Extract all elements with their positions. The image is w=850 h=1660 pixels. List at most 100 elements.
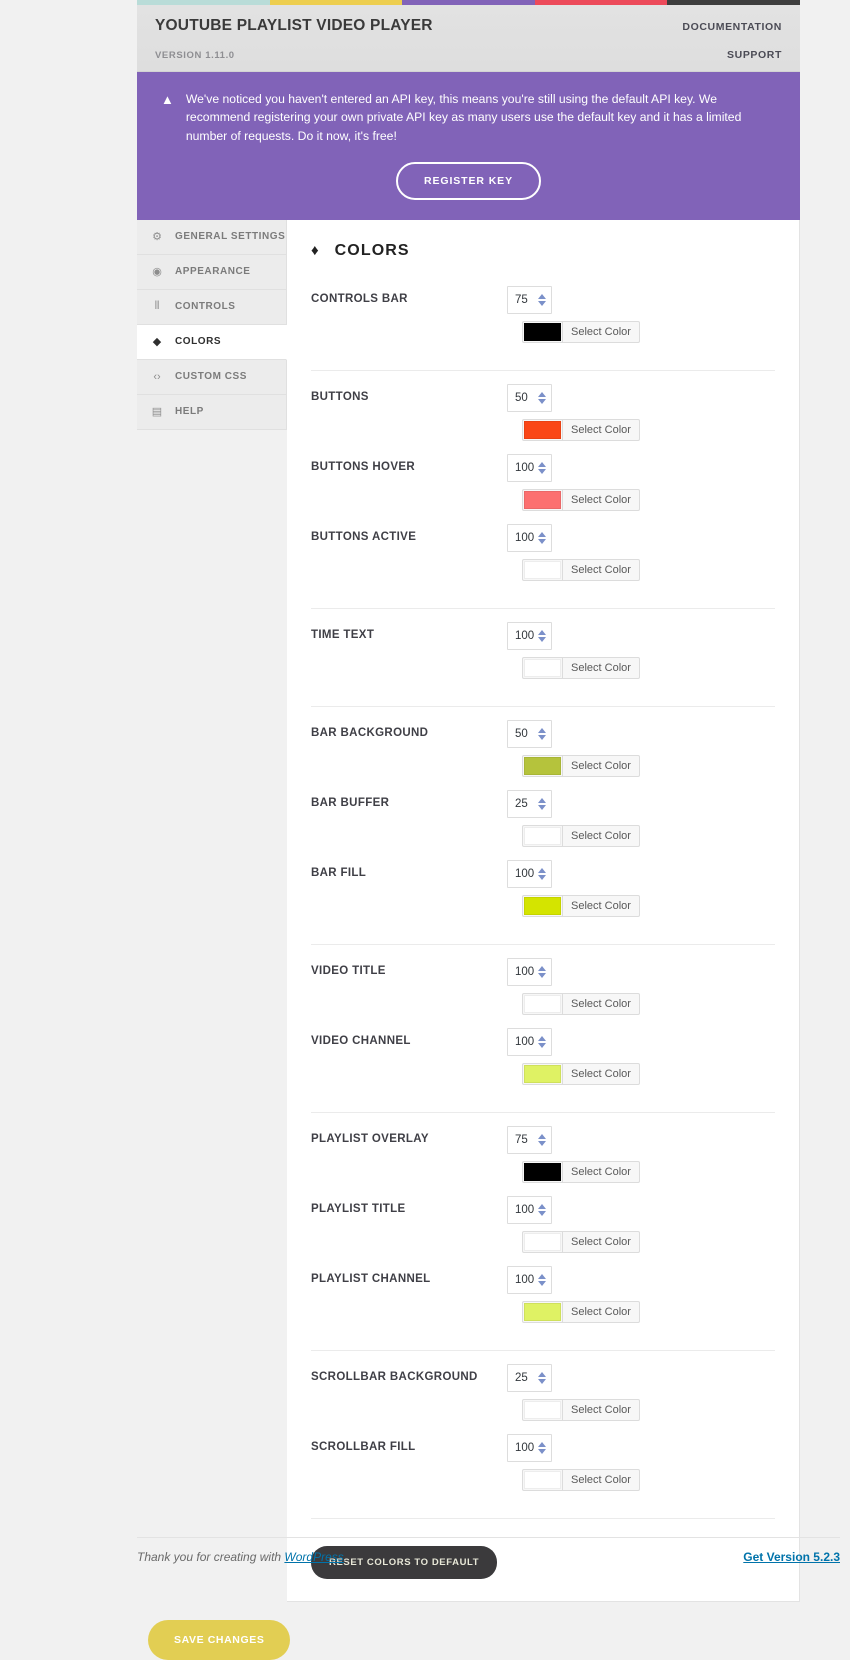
- select-color-button[interactable]: Select Color: [522, 488, 640, 511]
- stepper-arrows[interactable]: [538, 1371, 546, 1384]
- select-color-button[interactable]: Select Color: [522, 824, 640, 847]
- stepper-up-icon[interactable]: [538, 965, 547, 971]
- stepper-up-icon[interactable]: [538, 1273, 547, 1279]
- color-swatch[interactable]: [524, 560, 561, 579]
- stepper-arrows[interactable]: [538, 1133, 546, 1146]
- stepper-up-icon[interactable]: [538, 531, 547, 537]
- sidebar-item-help[interactable]: ▤ HELP: [137, 394, 287, 430]
- opacity-stepper[interactable]: 100: [507, 1265, 553, 1294]
- select-color-button[interactable]: Select Color: [522, 1300, 640, 1323]
- color-swatch[interactable]: [524, 490, 561, 509]
- opacity-stepper[interactable]: 25: [507, 1363, 552, 1392]
- stepper-up-icon[interactable]: [538, 1133, 546, 1139]
- color-swatch[interactable]: [524, 322, 561, 341]
- opacity-stepper[interactable]: 100: [507, 859, 553, 888]
- stepper-arrows[interactable]: [538, 531, 547, 544]
- select-color-button[interactable]: Select Color: [522, 1468, 640, 1491]
- color-swatch[interactable]: [524, 1302, 561, 1321]
- sidebar-item-colors[interactable]: ◆ COLORS: [137, 324, 287, 360]
- stepper-down-icon[interactable]: [538, 1378, 546, 1384]
- stepper-down-icon[interactable]: [538, 636, 547, 642]
- color-swatch[interactable]: [524, 1064, 561, 1083]
- stepper-down-icon[interactable]: [538, 972, 547, 978]
- stepper-up-icon[interactable]: [538, 1203, 547, 1209]
- color-swatch[interactable]: [524, 826, 561, 845]
- documentation-link[interactable]: DOCUMENTATION: [682, 21, 782, 33]
- select-color-button[interactable]: Select Color: [522, 992, 640, 1015]
- stepper-arrows[interactable]: [538, 727, 546, 740]
- stepper-up-icon[interactable]: [538, 1035, 547, 1041]
- sidebar-item-appearance[interactable]: ◉ APPEARANCE: [137, 254, 287, 290]
- color-swatch[interactable]: [524, 1162, 561, 1181]
- sidebar-item-general-settings[interactable]: ⚙ GENERAL SETTINGS: [137, 219, 287, 255]
- stepper-up-icon[interactable]: [538, 629, 547, 635]
- stepper-up-icon[interactable]: [538, 797, 546, 803]
- stepper-arrows[interactable]: [538, 1203, 547, 1216]
- select-color-button[interactable]: Select Color: [522, 1398, 640, 1421]
- stepper-arrows[interactable]: [538, 797, 546, 810]
- opacity-stepper[interactable]: 100: [507, 1195, 553, 1224]
- stepper-up-icon[interactable]: [538, 391, 546, 397]
- stepper-down-icon[interactable]: [538, 300, 546, 306]
- stepper-up-icon[interactable]: [538, 1371, 546, 1377]
- select-color-button[interactable]: Select Color: [522, 894, 640, 917]
- stepper-arrows[interactable]: [538, 391, 546, 404]
- support-link[interactable]: SUPPORT: [727, 49, 782, 61]
- sidebar-item-controls[interactable]: ⦀ CONTROLS: [137, 289, 287, 325]
- color-swatch[interactable]: [524, 1232, 561, 1251]
- opacity-stepper[interactable]: 100: [507, 957, 553, 986]
- stepper-up-icon[interactable]: [538, 867, 547, 873]
- opacity-stepper[interactable]: 100: [507, 523, 553, 552]
- stepper-arrows[interactable]: [538, 461, 547, 474]
- select-color-button[interactable]: Select Color: [522, 320, 640, 343]
- stepper-up-icon[interactable]: [538, 461, 547, 467]
- stepper-arrows[interactable]: [538, 1035, 547, 1048]
- stepper-arrows[interactable]: [538, 1441, 547, 1454]
- select-color-button[interactable]: Select Color: [522, 754, 640, 777]
- opacity-stepper[interactable]: 100: [507, 1027, 553, 1056]
- stepper-down-icon[interactable]: [538, 398, 546, 404]
- color-swatch[interactable]: [524, 1470, 561, 1489]
- stepper-arrows[interactable]: [538, 965, 547, 978]
- color-swatch[interactable]: [524, 658, 561, 677]
- color-swatch[interactable]: [524, 756, 561, 775]
- opacity-stepper[interactable]: 50: [507, 719, 552, 748]
- opacity-stepper[interactable]: 75: [507, 1125, 552, 1154]
- opacity-stepper[interactable]: 100: [507, 1433, 553, 1462]
- color-swatch[interactable]: [524, 896, 561, 915]
- stepper-down-icon[interactable]: [538, 538, 547, 544]
- color-swatch[interactable]: [524, 1400, 561, 1419]
- select-color-button[interactable]: Select Color: [522, 656, 640, 679]
- stepper-down-icon[interactable]: [538, 1280, 547, 1286]
- stepper-up-icon[interactable]: [538, 727, 546, 733]
- save-changes-button[interactable]: SAVE CHANGES: [148, 1619, 291, 1660]
- sidebar-item-custom-css[interactable]: ‹› CUSTOM CSS: [137, 359, 287, 395]
- stepper-up-icon[interactable]: [538, 1441, 547, 1447]
- select-color-button[interactable]: Select Color: [522, 1160, 640, 1183]
- select-color-button[interactable]: Select Color: [522, 558, 640, 581]
- stepper-arrows[interactable]: [538, 867, 547, 880]
- stepper-arrows[interactable]: [538, 293, 546, 306]
- opacity-stepper[interactable]: 75: [507, 285, 552, 314]
- stepper-arrows[interactable]: [538, 1273, 547, 1286]
- stepper-down-icon[interactable]: [538, 874, 547, 880]
- stepper-down-icon[interactable]: [538, 468, 547, 474]
- select-color-button[interactable]: Select Color: [522, 1062, 640, 1085]
- stepper-down-icon[interactable]: [538, 1140, 546, 1146]
- opacity-stepper[interactable]: 50: [507, 383, 552, 412]
- color-swatch[interactable]: [524, 994, 561, 1013]
- stepper-down-icon[interactable]: [538, 1448, 547, 1454]
- stepper-down-icon[interactable]: [538, 1210, 547, 1216]
- opacity-stepper[interactable]: 100: [507, 453, 553, 482]
- stepper-down-icon[interactable]: [538, 1042, 547, 1048]
- stepper-down-icon[interactable]: [538, 734, 546, 740]
- select-color-button[interactable]: Select Color: [522, 1230, 640, 1253]
- wordpress-link[interactable]: WordPress: [284, 1550, 343, 1564]
- stepper-up-icon[interactable]: [538, 293, 546, 299]
- get-version-link[interactable]: Get Version 5.2.3: [743, 1550, 840, 1564]
- register-key-button[interactable]: REGISTER KEY: [396, 161, 541, 200]
- stepper-down-icon[interactable]: [538, 804, 546, 810]
- opacity-stepper[interactable]: 100: [507, 621, 553, 650]
- stepper-arrows[interactable]: [538, 629, 547, 642]
- select-color-button[interactable]: Select Color: [522, 418, 640, 441]
